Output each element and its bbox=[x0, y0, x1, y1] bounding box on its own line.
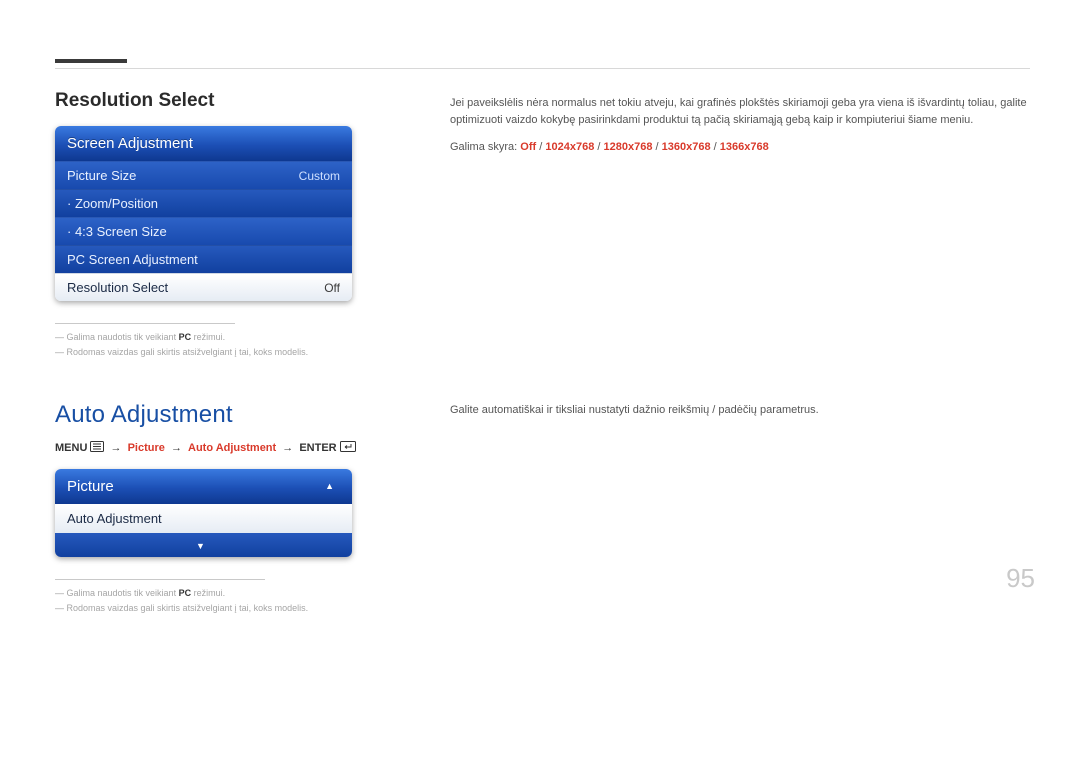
screen-adjustment-panel: Screen Adjustment Picture Size Custom · … bbox=[55, 126, 352, 301]
menu-row-zoom-position[interactable]: · Zoom/Position bbox=[55, 189, 352, 217]
menu-row-pc-screen-adjustment[interactable]: PC Screen Adjustment bbox=[55, 245, 352, 273]
body-paragraph-1: Jei paveikslėlis nėra normalus net tokiu… bbox=[450, 95, 1030, 129]
triangle-down-icon[interactable]: ▼ bbox=[196, 541, 211, 551]
triangle-up-icon[interactable]: ▲ bbox=[325, 481, 340, 491]
row-label: · Zoom/Position bbox=[67, 196, 158, 211]
section-title-auto-adjustment: Auto Adjustment bbox=[55, 401, 405, 429]
panel2-header: Picture ▲ bbox=[55, 469, 352, 504]
row-label: PC Screen Adjustment bbox=[67, 252, 198, 267]
picture-panel: Picture ▲ Auto Adjustment ▼ bbox=[55, 469, 352, 557]
menu-row-resolution-select[interactable]: Resolution Select Off bbox=[55, 273, 352, 301]
row-label: Resolution Select bbox=[67, 280, 168, 295]
menu-row-43-screen-size[interactable]: · 4:3 Screen Size bbox=[55, 217, 352, 245]
row-label: · 4:3 Screen Size bbox=[67, 224, 167, 239]
menu-icon bbox=[90, 441, 104, 455]
horizontal-rule bbox=[55, 68, 1030, 69]
body-paragraph-2: Galite automatiškai ir tiksliai nustatyt… bbox=[450, 402, 1030, 419]
row-value: Off bbox=[324, 281, 340, 295]
menu-path: MENU → Picture → Auto Adjustment → ENTER bbox=[55, 441, 405, 455]
section-tab-mark bbox=[55, 59, 127, 63]
footnotes-1: Galima naudotis tik veikiant PC režimui.… bbox=[55, 323, 405, 361]
section-title-resolution-select: Resolution Select bbox=[55, 90, 405, 112]
page-number: 95 bbox=[1006, 563, 1035, 594]
panel-header: Screen Adjustment bbox=[55, 126, 352, 161]
resolution-options: Galima skyra: Off / 1024x768 / 1280x768 … bbox=[450, 139, 1030, 156]
row-value: Custom bbox=[299, 169, 340, 183]
menu-row-auto-adjustment[interactable]: Auto Adjustment bbox=[55, 504, 352, 533]
menu-row-picture-size[interactable]: Picture Size Custom bbox=[55, 161, 352, 189]
panel2-footer: ▼ bbox=[55, 533, 352, 557]
enter-icon bbox=[340, 441, 356, 455]
row-label: Picture Size bbox=[67, 168, 136, 183]
footnotes-2: Galima naudotis tik veikiant PC režimui.… bbox=[55, 579, 405, 617]
